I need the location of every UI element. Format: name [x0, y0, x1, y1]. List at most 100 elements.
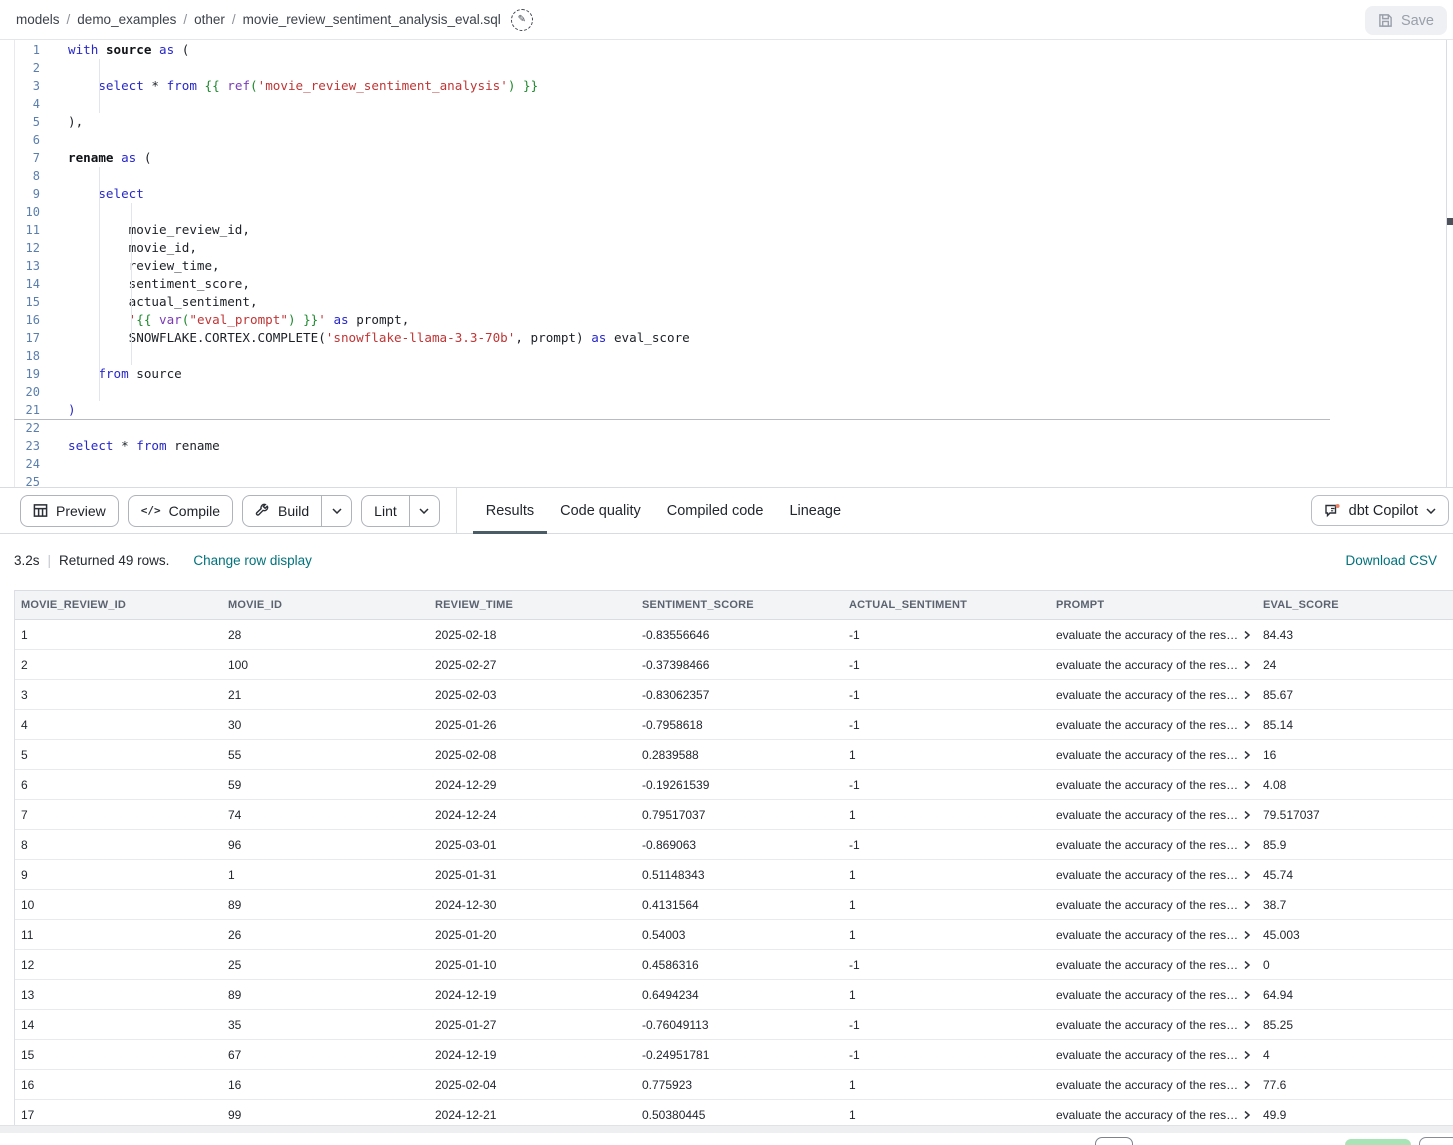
- breadcrumb-segment[interactable]: demo_examples: [77, 12, 176, 27]
- tab-code-quality[interactable]: Code quality: [547, 488, 654, 533]
- code-line-15[interactable]: 15 actual_sentiment,: [0, 293, 1453, 311]
- cell-eval-score: 85.9: [1257, 830, 1453, 859]
- chevron-right-icon[interactable]: [1243, 1050, 1251, 1060]
- save-button[interactable]: Save: [1365, 6, 1447, 35]
- chevron-right-icon[interactable]: [1243, 660, 1251, 670]
- code-line-1[interactable]: 1with source as (: [0, 41, 1453, 59]
- chevron-right-icon[interactable]: [1243, 990, 1251, 1000]
- code-line-6[interactable]: 6: [0, 131, 1453, 149]
- chevron-right-icon[interactable]: [1243, 780, 1251, 790]
- code-line-8[interactable]: 8: [0, 167, 1453, 185]
- code-line-12[interactable]: 12 movie_id,: [0, 239, 1453, 257]
- cell-prompt: evaluate the accuracy of the res…: [1050, 680, 1257, 709]
- compile-button[interactable]: </> Compile: [128, 495, 233, 527]
- chevron-right-icon[interactable]: [1243, 870, 1251, 880]
- breadcrumb-segment[interactable]: other: [194, 12, 225, 27]
- line-number: 8: [14, 167, 40, 185]
- lint-button[interactable]: Lint: [362, 496, 409, 526]
- table-row: 4302025-01-26-0.7958618-1evaluate the ac…: [15, 710, 1453, 740]
- cell-movie-id: 67: [222, 1040, 429, 1069]
- build-dropdown-button[interactable]: [321, 496, 351, 526]
- code-line-3[interactable]: 3 select * from {{ ref('movie_review_sen…: [0, 77, 1453, 95]
- line-number: 1: [14, 41, 40, 59]
- table-icon: [33, 503, 48, 518]
- build-button[interactable]: Build: [243, 496, 321, 526]
- code-line-13[interactable]: 13 review_time,: [0, 257, 1453, 275]
- cell-movie-review-id: 1: [15, 620, 222, 649]
- chevron-right-icon[interactable]: [1243, 720, 1251, 730]
- cell-movie-id: 35: [222, 1010, 429, 1039]
- bottom-cut-button[interactable]: [1095, 1137, 1133, 1145]
- code-line-9[interactable]: 9 select: [0, 185, 1453, 203]
- cell-prompt: evaluate the accuracy of the res…: [1050, 1070, 1257, 1099]
- code-line-20[interactable]: 20: [0, 383, 1453, 401]
- bottom-green-pill-button[interactable]: [1345, 1139, 1411, 1145]
- code-line-21[interactable]: 21): [0, 401, 1453, 419]
- prompt-text: evaluate the accuracy of the res…: [1056, 1048, 1238, 1062]
- chevron-right-icon[interactable]: [1243, 630, 1251, 640]
- cell-movie-review-id: 12: [15, 950, 222, 979]
- breadcrumb-segment[interactable]: models: [16, 12, 60, 27]
- chevron-right-icon[interactable]: [1243, 810, 1251, 820]
- line-number: 20: [14, 383, 40, 401]
- action-buttons: Preview </> Compile Build Lint: [0, 495, 440, 527]
- download-csv-link[interactable]: Download CSV: [1345, 553, 1437, 568]
- editor-minimap[interactable]: with source as ( select * from {{ ref('m…: [1325, 42, 1443, 127]
- horizontal-scrollbar[interactable]: [0, 1125, 1453, 1133]
- cell-movie-id: 89: [222, 890, 429, 919]
- chevron-right-icon[interactable]: [1243, 1020, 1251, 1030]
- code-line-16[interactable]: 16 '{{ var("eval_prompt") }}' as prompt,: [0, 311, 1453, 329]
- code-line-5[interactable]: 5),: [0, 113, 1453, 131]
- cell-actual-sentiment: -1: [843, 1010, 1050, 1039]
- chevron-right-icon[interactable]: [1243, 960, 1251, 970]
- code-editor[interactable]: 1with source as (23 select * from {{ ref…: [0, 40, 1453, 487]
- chevron-right-icon[interactable]: [1243, 900, 1251, 910]
- prompt-text: evaluate the accuracy of the res…: [1056, 658, 1238, 672]
- code-line-10[interactable]: 10: [0, 203, 1453, 221]
- cell-movie-id: 28: [222, 620, 429, 649]
- code-line-2[interactable]: 2: [0, 59, 1453, 77]
- cell-eval-score: 4: [1257, 1040, 1453, 1069]
- prompt-text: evaluate the accuracy of the res…: [1056, 868, 1238, 882]
- code-line-4[interactable]: 4: [0, 95, 1453, 113]
- table-row: 13892024-12-190.64942341evaluate the acc…: [15, 980, 1453, 1010]
- code-line-14[interactable]: 14 sentiment_score,: [0, 275, 1453, 293]
- indent-guide: [99, 59, 100, 113]
- cell-movie-review-id: 4: [15, 710, 222, 739]
- change-row-display-link[interactable]: Change row display: [193, 553, 312, 568]
- cell-movie-id: 25: [222, 950, 429, 979]
- prompt-text: evaluate the accuracy of the res…: [1056, 718, 1238, 732]
- code-line-11[interactable]: 11 movie_review_id,: [0, 221, 1453, 239]
- chevron-right-icon[interactable]: [1243, 1110, 1251, 1120]
- chevron-right-icon[interactable]: [1243, 930, 1251, 940]
- chevron-right-icon[interactable]: [1243, 750, 1251, 760]
- tab-compiled-code[interactable]: Compiled code: [654, 488, 777, 533]
- preview-button[interactable]: Preview: [20, 495, 119, 527]
- tab-lineage[interactable]: Lineage: [776, 488, 854, 533]
- lint-dropdown-button[interactable]: [409, 496, 439, 526]
- chevron-right-icon[interactable]: [1243, 690, 1251, 700]
- editor-scrollbar-thumb[interactable]: [1447, 218, 1453, 225]
- column-header-prompt: PROMPT: [1050, 591, 1257, 619]
- code-line-23[interactable]: 23select * from rename: [0, 437, 1453, 455]
- table-row: 16162025-02-040.7759231evaluate the accu…: [15, 1070, 1453, 1100]
- code-line-7[interactable]: 7rename as (: [0, 149, 1453, 167]
- tab-results[interactable]: Results: [473, 488, 547, 533]
- table-row: 5552025-02-080.28395881evaluate the accu…: [15, 740, 1453, 770]
- cell-actual-sentiment: -1: [843, 1040, 1050, 1069]
- code-line-17[interactable]: 17 SNOWFLAKE.CORTEX.COMPLETE('snowflake-…: [0, 329, 1453, 347]
- chevron-right-icon[interactable]: [1243, 840, 1251, 850]
- code-line-24[interactable]: 24: [0, 455, 1453, 473]
- bottom-cut-button[interactable]: [1419, 1137, 1453, 1145]
- code-line-25[interactable]: 25: [0, 473, 1453, 487]
- cell-movie-id: 59: [222, 770, 429, 799]
- edit-circle-icon[interactable]: ✎: [511, 9, 533, 31]
- breadcrumb-segment[interactable]: movie_review_sentiment_analysis_eval.sql: [243, 12, 501, 27]
- prompt-text: evaluate the accuracy of the res…: [1056, 748, 1238, 762]
- cell-review-time: 2025-01-27: [429, 1010, 636, 1039]
- dbt-copilot-button[interactable]: dbt Copilot: [1311, 495, 1449, 526]
- chevron-right-icon[interactable]: [1243, 1080, 1251, 1090]
- code-line-18[interactable]: 18: [0, 347, 1453, 365]
- code-line-19[interactable]: 19 from source: [0, 365, 1453, 383]
- code-line-22[interactable]: 22: [0, 419, 1453, 437]
